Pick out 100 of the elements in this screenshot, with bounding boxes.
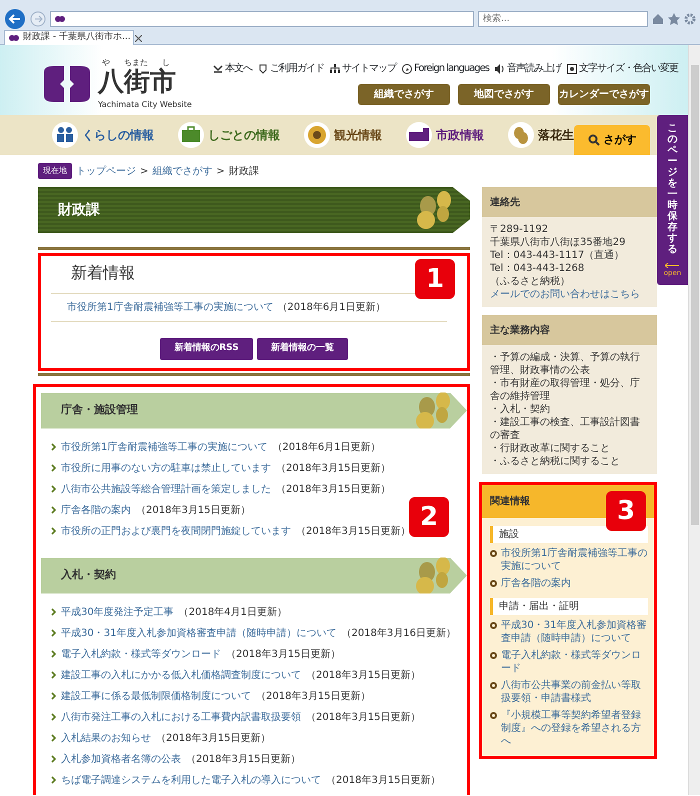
duty-text: ・建設工事の検査、工事設計図書の審査: [490, 416, 641, 442]
breadcrumb-item[interactable]: トップページ: [76, 164, 136, 178]
news-button[interactable]: 新着情報の一覧: [256, 338, 348, 360]
close-icon[interactable]: [134, 34, 142, 42]
related-link[interactable]: 『小規模工事等契約希望者登録制度』への登録を希望される方へ: [501, 709, 648, 748]
news-link[interactable]: 市役所第1庁舎耐震補強等工事の実施について: [67, 300, 274, 315]
section-title: 入札・契約: [61, 567, 116, 584]
utility-link[interactable]: Foreign languages: [402, 61, 489, 76]
utility-link[interactable]: サイトマップ: [330, 61, 396, 76]
utility-link[interactable]: 本文へ: [213, 61, 252, 76]
bullet-icon: [490, 580, 497, 587]
news-link[interactable]: 電子入札約款・様式等ダウンロード: [61, 646, 221, 662]
logo-subtitle: Yachimata City Website: [98, 99, 192, 111]
nav-icon: [52, 122, 78, 148]
back-icon[interactable]: [4, 8, 26, 30]
chevron-icon: [51, 713, 56, 721]
search-button[interactable]: さがす: [574, 125, 650, 155]
sidebar-title: 主な業務内容: [490, 323, 550, 338]
duty-text: ・予算の編成・決算、予算の執行管理、財政事情の公表: [490, 351, 641, 377]
callout-number: 2: [409, 496, 449, 536]
ruby-text: や: [102, 57, 110, 68]
update-date: （2018年3月15日更新）: [186, 752, 301, 766]
contact-text: （ふるさと納税）: [490, 275, 571, 288]
nav-link[interactable]: しごとの情報: [178, 122, 280, 148]
chevron-icon: [51, 692, 56, 700]
scrollbar[interactable]: [688, 45, 700, 795]
sidebar-title: 連絡先: [490, 196, 520, 210]
news-link[interactable]: 平成30年度発注予定工事: [61, 604, 174, 620]
related-link[interactable]: 平成30・31年度入札参加資格審査申請（随時申請）について: [501, 619, 648, 645]
chevron-icon: [51, 650, 56, 658]
page-title: 財政課: [58, 200, 100, 220]
nav-link[interactable]: 市政情報: [406, 122, 484, 148]
news-link[interactable]: ちば電子調達システムを利用した電子入札の導入について: [61, 772, 321, 788]
callout-number: 3: [606, 491, 646, 531]
nav-icon: [304, 122, 330, 148]
email-link[interactable]: メールでのお問い合わせはこちら: [490, 288, 649, 301]
related-link[interactable]: 市役所第1庁舎耐震補強等工事の実施について: [501, 547, 648, 573]
update-date: （2018年3月15日更新）: [306, 710, 421, 724]
nav-icon: [178, 122, 204, 148]
breadcrumb-separator: >: [216, 164, 225, 178]
ruby-text: し: [162, 57, 170, 68]
news-link[interactable]: 八街市発注工事の入札における工事費内訳書取扱要領: [61, 710, 301, 724]
duty-text: ・ふるさと納税に関すること: [490, 455, 621, 468]
contact-text: 〒289-1192: [490, 223, 550, 236]
search-by-button[interactable]: 組織でさがす: [358, 84, 450, 105]
chevron-icon: [51, 443, 56, 451]
peanut-drawing: [414, 190, 454, 230]
logo-icon: [44, 66, 90, 102]
link-icon: [402, 64, 412, 74]
update-date: （2018年3月15日更新）: [276, 462, 391, 476]
home-icon[interactable]: [652, 13, 664, 25]
update-date: （2018年3月15日更新）: [226, 648, 341, 662]
group-heading: 施設: [490, 526, 648, 543]
news-link[interactable]: 庁舎各階の案内: [61, 502, 131, 518]
news-link[interactable]: 入札参加資格者名簿の公表: [61, 752, 181, 766]
contact-text: 千葉県八街市八街ほ35番地29: [490, 236, 626, 249]
duty-text: ・行財政改革に関すること: [490, 442, 611, 455]
news-link[interactable]: 建設工事に係る最低制限価格制度について: [61, 688, 251, 704]
utility-link[interactable]: 音声読み上げ: [495, 61, 561, 76]
chevron-icon: [51, 671, 56, 679]
forward-icon[interactable]: [30, 11, 46, 27]
settings-icon[interactable]: [684, 13, 696, 25]
news-link[interactable]: 市役所の正門および裏門を夜間閉門施錠しています: [61, 524, 291, 538]
nav-link[interactable]: 落花生: [508, 122, 574, 148]
news-button[interactable]: 新着情報のRSS: [160, 338, 253, 360]
update-date: （2018年3月15日更新）: [156, 732, 271, 746]
nav-link[interactable]: 観光情報: [304, 122, 382, 148]
related-link[interactable]: 電子入札約款・様式等ダウンロード: [501, 649, 648, 675]
breadcrumb-item[interactable]: 組織でさがす: [152, 164, 212, 178]
update-date: （2018年6月1日更新）: [272, 440, 381, 454]
update-date: （2018年6月1日更新）: [277, 300, 386, 315]
nav-icon: [406, 122, 432, 148]
star-icon[interactable]: [668, 13, 680, 25]
bullet-icon: [490, 682, 497, 689]
link-icon: [330, 64, 340, 74]
tab-title: 財政課 - 千葉県八街市ホ...: [23, 31, 131, 44]
news-link[interactable]: 建設工事の入札にかかる低入札価格調査制度について: [61, 668, 301, 682]
news-link[interactable]: 市役所第1庁舎耐震補強等工事の実施について: [61, 440, 268, 454]
breadcrumb-separator: >: [140, 164, 148, 178]
duty-text: ・入札・契約: [490, 403, 551, 416]
search-field[interactable]: 検索...: [478, 11, 648, 27]
news-link[interactable]: 平成30・31年度入札参加資格審査申請（随時申請）について: [61, 626, 336, 640]
address-field[interactable]: [50, 11, 474, 27]
link-icon: [567, 64, 577, 74]
logo-text: 八街市: [98, 69, 177, 95]
search-by-button[interactable]: カレンダーでさがす: [558, 84, 650, 105]
chevron-icon: [51, 527, 56, 535]
search-by-button[interactable]: 地図でさがす: [458, 84, 550, 105]
related-link[interactable]: 八街市公共事業の前金払い等取扱要領・申請書様式: [501, 679, 648, 705]
ruby-text: ちまた: [124, 57, 148, 68]
related-link[interactable]: 庁舎各階の案内: [501, 577, 571, 590]
news-link[interactable]: 八街市公共施設等総合管理計画を策定しました: [61, 482, 271, 496]
news-link[interactable]: 市役所に用事のない方の駐車は禁止しています: [61, 460, 271, 476]
utility-link[interactable]: ご利用ガイド: [258, 61, 324, 76]
news-link[interactable]: 入札結果のお知らせ: [61, 730, 151, 746]
chevron-icon: [51, 776, 56, 784]
utility-link[interactable]: 文字サイズ・色合い変更: [567, 61, 678, 76]
nav-link[interactable]: くらしの情報: [52, 122, 154, 148]
link-icon: [258, 64, 268, 74]
update-date: （2018年3月16日更新）: [341, 626, 456, 640]
